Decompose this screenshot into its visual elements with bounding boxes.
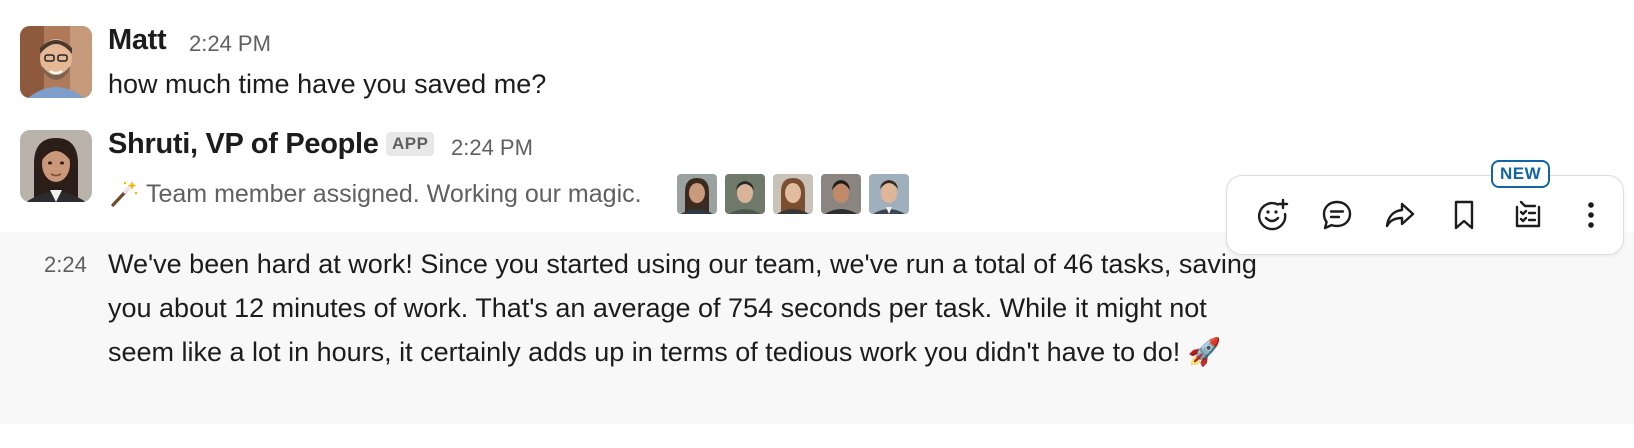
forward-button[interactable]	[1368, 187, 1432, 243]
message-text: We've been hard at work! Since you start…	[108, 249, 1257, 367]
forward-icon	[1383, 198, 1417, 232]
new-feature-badge: NEW	[1491, 160, 1551, 188]
message-timestamp[interactable]: 2:24 PM	[189, 31, 271, 57]
app-badge: APP	[386, 132, 435, 156]
magic-wand-icon	[108, 179, 138, 214]
status-text: Team member assigned. Working our magic.	[146, 180, 642, 208]
add-reaction-button[interactable]	[1241, 187, 1305, 243]
author-name[interactable]: Shruti, VP of People	[108, 128, 379, 161]
create-task-icon	[1511, 198, 1545, 232]
more-actions-icon	[1574, 198, 1608, 232]
avatar[interactable]	[869, 174, 909, 214]
add-reaction-icon	[1256, 198, 1290, 232]
avatar[interactable]	[20, 26, 92, 98]
avatar[interactable]	[677, 174, 717, 214]
reply-in-thread-icon	[1320, 198, 1354, 232]
avatar[interactable]	[773, 174, 813, 214]
avatar[interactable]	[20, 130, 92, 202]
message-timestamp[interactable]: 2:24 PM	[451, 135, 533, 161]
message-followup: 2:24 We've been hard at work! Since you …	[0, 232, 1634, 424]
author-name[interactable]: Matt	[108, 24, 167, 57]
message-matt: Matt 2:24 PM how much time have you save…	[0, 0, 1634, 110]
message-timestamp[interactable]: 2:24	[44, 252, 87, 278]
more-actions-button[interactable]	[1559, 187, 1623, 243]
avatar[interactable]	[725, 174, 765, 214]
save-for-later-button[interactable]	[1432, 187, 1496, 243]
reply-in-thread-button[interactable]	[1305, 187, 1369, 243]
avatar[interactable]	[821, 174, 861, 214]
message-text: how much time have you saved me?	[108, 69, 547, 99]
create-task-button[interactable]	[1496, 187, 1560, 243]
message-actions-toolbar	[1226, 175, 1624, 255]
assigned-team-avatars	[677, 174, 909, 214]
save-for-later-icon	[1447, 198, 1481, 232]
